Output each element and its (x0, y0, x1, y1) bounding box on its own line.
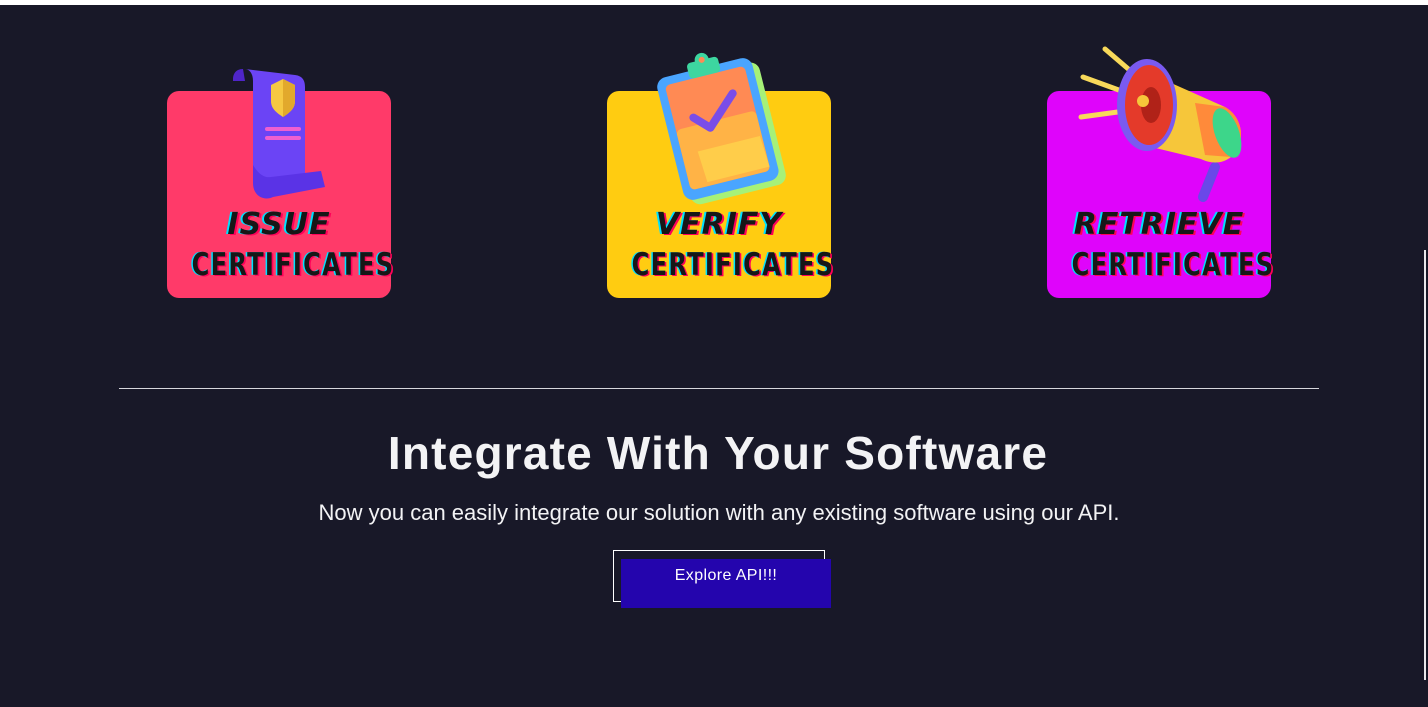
page: ISSUE CERTIFICATES VERIFY CERTIFICATES R… (0, 5, 1428, 707)
card-title-primary: ISSUE (227, 207, 331, 242)
section-divider (119, 388, 1319, 389)
verify-certificates-card[interactable]: VERIFY CERTIFICATES (607, 52, 835, 298)
scroll-certificate-icon (233, 69, 325, 199)
page-edge-line (1424, 250, 1426, 680)
explore-api-button[interactable]: Explore API!!! (621, 559, 831, 608)
retrieve-certificates-card[interactable]: RETRIEVE CERTIFICATES (1047, 46, 1275, 298)
megaphone-icon (1078, 46, 1242, 202)
integrate-description: Now you can easily integrate our solutio… (318, 500, 1120, 525)
integrate-title: Integrate With Your Software (387, 427, 1049, 479)
card-title-secondary: CERTIFICATES (631, 247, 835, 283)
clipboard-check-icon (657, 52, 786, 205)
card-title-primary: RETRIEVE (1073, 207, 1245, 242)
card-title-secondary: CERTIFICATES (191, 247, 395, 283)
issue-certificates-card[interactable]: ISSUE CERTIFICATES (167, 69, 395, 298)
card-title-secondary: CERTIFICATES (1071, 247, 1275, 283)
card-title-primary: VERIFY (655, 207, 783, 242)
